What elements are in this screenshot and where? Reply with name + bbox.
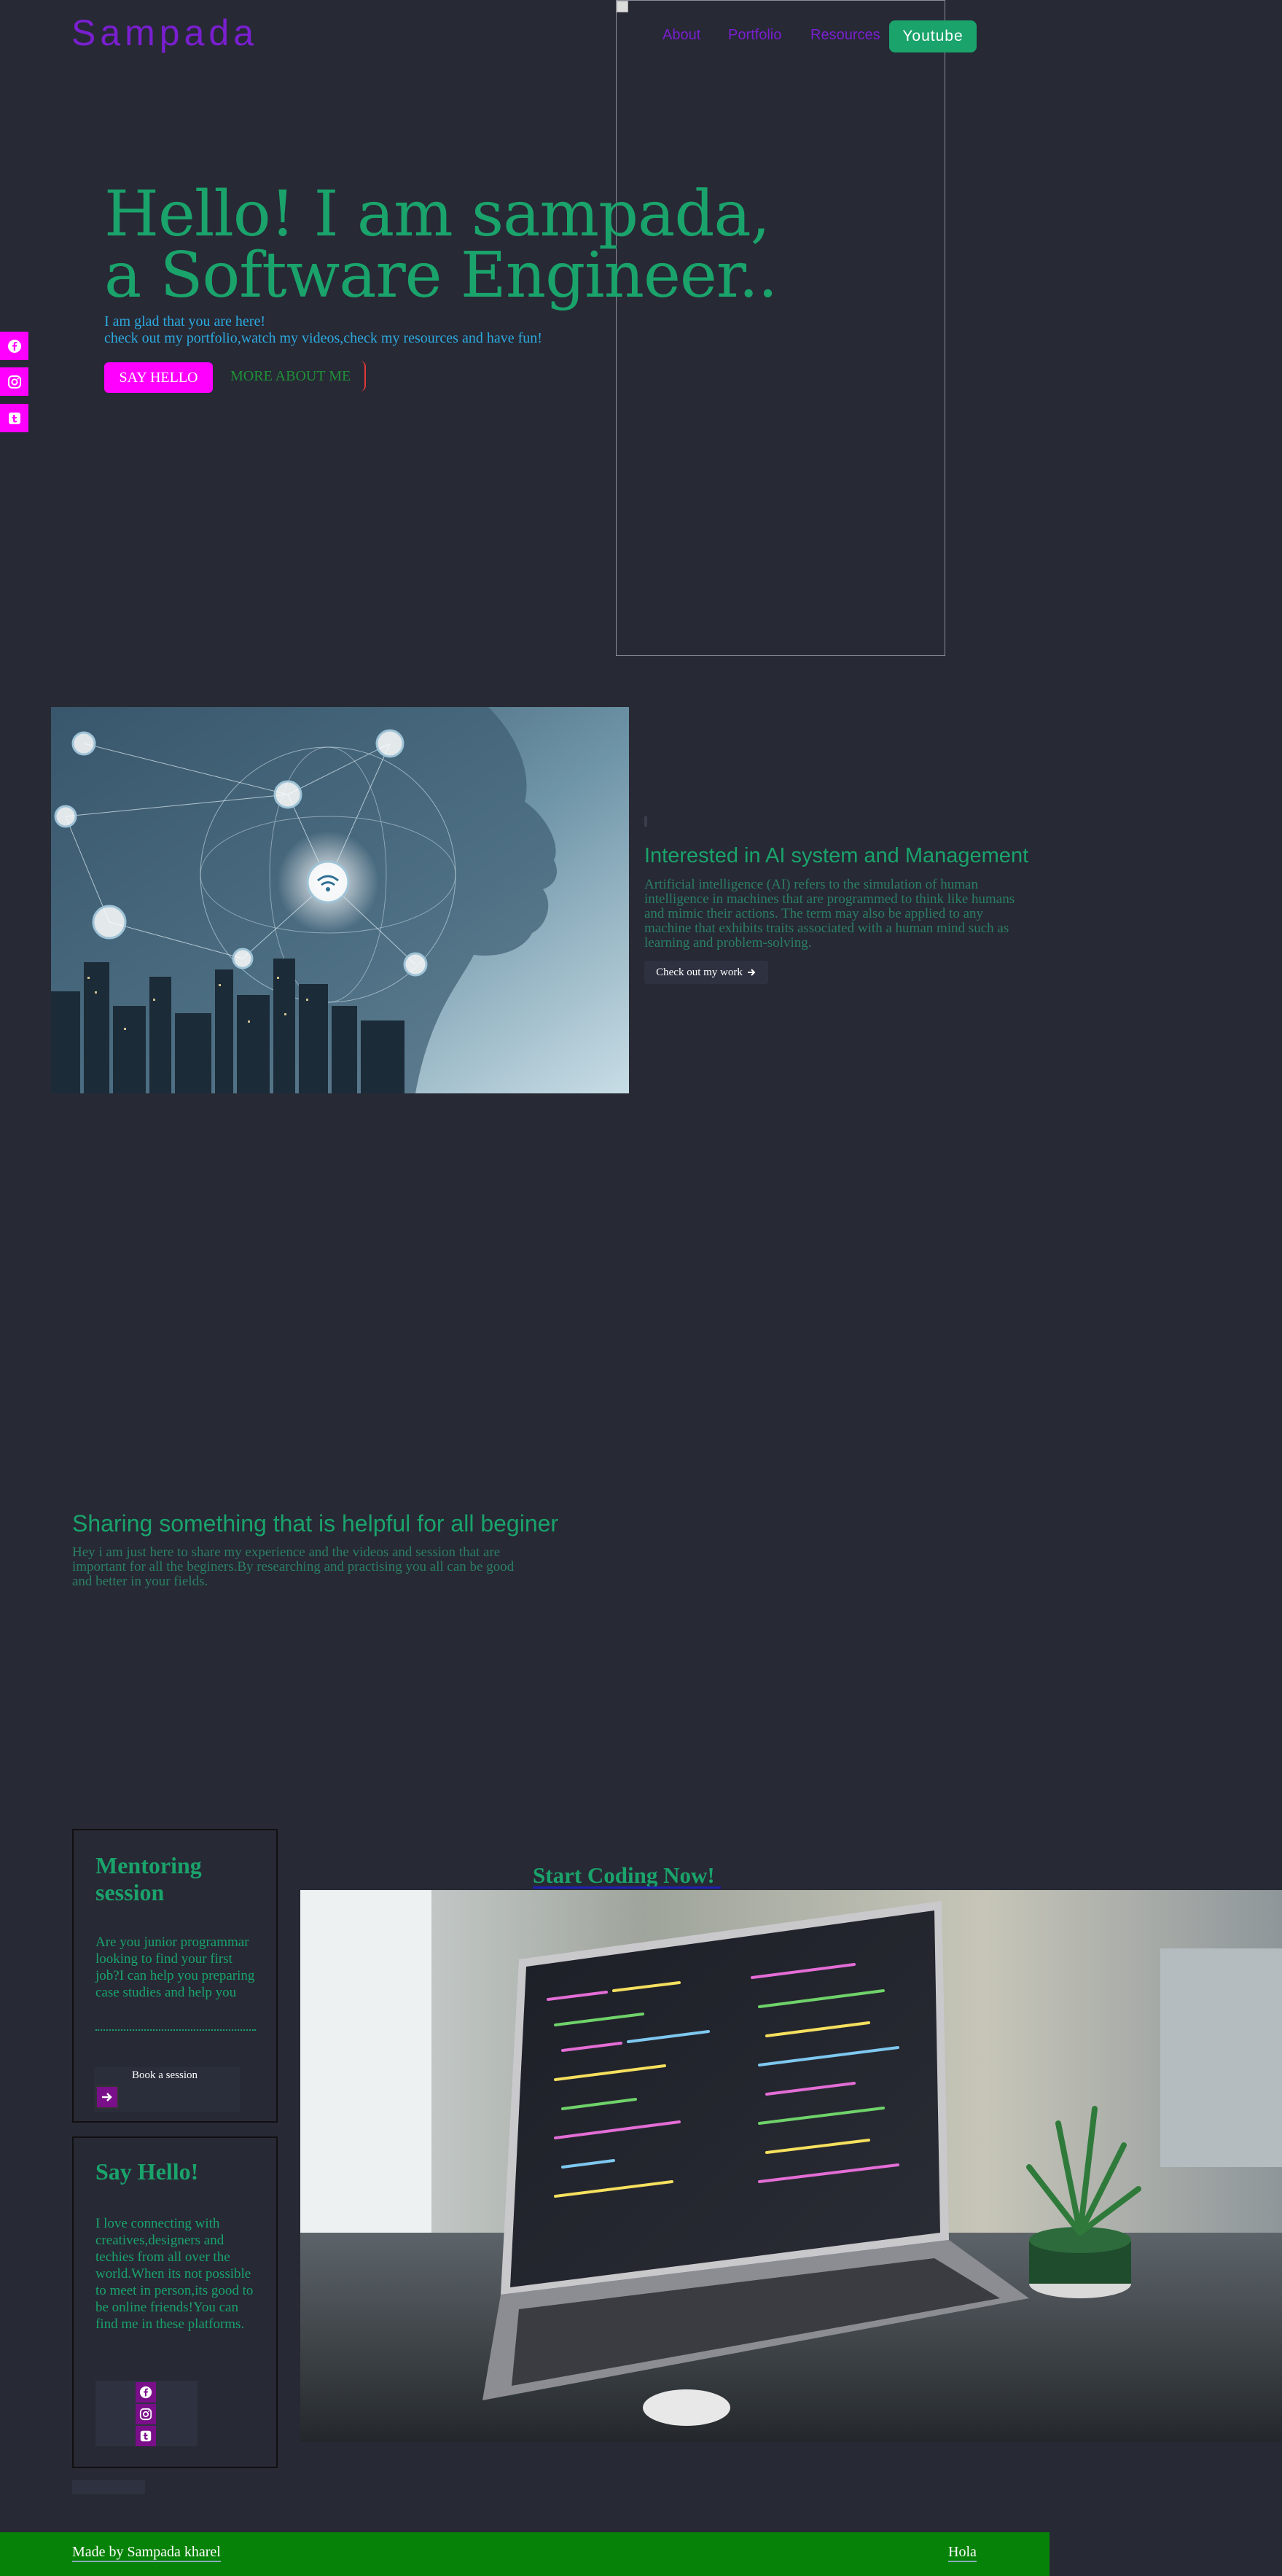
more-about-link[interactable]: MORE ABOUT ME	[230, 368, 351, 385]
arrow-right-icon	[102, 2093, 112, 2101]
arrow-right-icon	[747, 969, 756, 976]
book-session-label[interactable]: Book a session	[132, 2069, 198, 2082]
hero-subtitle-line2: check out my portfolio,watch my videos,c…	[104, 330, 542, 346]
hero-subtitle-line1: I am glad that you are here!	[104, 313, 266, 329]
hero-subtitle: I am glad that you are here! check out m…	[104, 313, 542, 347]
card-instagram-link[interactable]	[136, 2404, 156, 2424]
ai-section-text: Artificial intelligence (AI) refers to t…	[644, 877, 1015, 951]
say-hello-card: Say Hello! I love connecting with creati…	[72, 2136, 278, 2468]
nav-about[interactable]: About	[663, 27, 700, 44]
broken-image-icon	[617, 1, 628, 12]
mentoring-title-line1: Mentoring	[95, 1852, 202, 1878]
facebook-icon	[7, 339, 21, 353]
check-work-label: Check out my work	[656, 966, 743, 978]
site-logo[interactable]: Sampada	[71, 12, 258, 54]
instagram-link[interactable]	[0, 367, 28, 396]
header-image-placeholder	[616, 0, 945, 656]
hero-title-line2: a Software Engineer..	[104, 239, 778, 312]
mentoring-title: Mentoring session	[95, 1852, 202, 1906]
facebook-link[interactable]	[0, 332, 28, 360]
footer-hola-link[interactable]: Hola	[948, 2544, 977, 2562]
tumblr-icon	[8, 412, 20, 424]
mentoring-text: Are you junior programmar looking to fin…	[95, 1935, 255, 2000]
facebook-icon	[139, 2386, 152, 2399]
card-tumblr-link[interactable]	[136, 2426, 156, 2446]
tumblr-icon	[140, 2430, 152, 2442]
tumblr-link[interactable]	[0, 404, 28, 432]
mentoring-card: Mentoring session Are you junior program…	[72, 1829, 278, 2123]
check-work-button[interactable]: Check out my work	[644, 961, 768, 984]
instagram-icon	[139, 2408, 152, 2421]
card-facebook-link[interactable]	[136, 2382, 156, 2403]
say-hello-title: Say Hello!	[95, 2158, 199, 2185]
laptop-code-image	[300, 1890, 1282, 2442]
youtube-button[interactable]: Youtube	[889, 20, 977, 52]
ai-head-image	[51, 707, 629, 1093]
coding-title: Start Coding Now!	[533, 1862, 715, 1888]
ai-section-marker	[644, 816, 647, 827]
footer-credit[interactable]: Made by Sampada kharel	[72, 2544, 221, 2562]
say-hello-text: I love connecting with creatives,designe…	[95, 2216, 254, 2332]
ai-section-title: Interested in AI system and Management	[644, 844, 1029, 867]
nav-portfolio[interactable]: Portfolio	[728, 27, 781, 44]
more-about-bracket	[360, 361, 366, 391]
hero-title-line1: Hello! I am sampada,	[104, 178, 770, 251]
mentoring-title-line2: session	[95, 1879, 165, 1905]
mentoring-divider	[95, 2029, 256, 2031]
hero-title: Hello! I am sampada, a Software Engineer…	[104, 178, 778, 312]
sharing-title: Sharing something that is helpful for al…	[72, 1510, 559, 1537]
card-bottom-bar	[72, 2480, 145, 2494]
nav-resources[interactable]: Resources	[810, 27, 880, 44]
instagram-icon	[7, 375, 21, 389]
say-hello-button[interactable]: SAY HELLO	[104, 362, 213, 393]
coding-title-underline	[533, 1886, 721, 1889]
book-session-button[interactable]	[95, 2085, 119, 2109]
sharing-text: Hey i am just here to share my experienc…	[72, 1545, 515, 1589]
